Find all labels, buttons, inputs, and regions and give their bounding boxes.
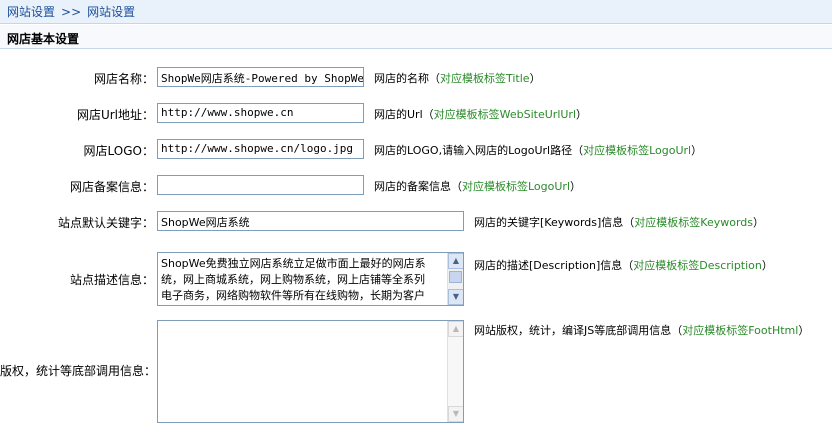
scroll-down-icon[interactable]: ▼ (448, 289, 463, 305)
description-text: ShopWe免费独立网店系统立足做市面上最好的网店系 统，网上商城系统，网上购物… (161, 257, 426, 302)
description-textarea[interactable]: ShopWe免费独立网店系统立足做市面上最好的网店系 统，网上商城系统，网上购物… (157, 252, 464, 306)
breadcrumb-separator: >> (61, 5, 82, 19)
breadcrumb-item-current[interactable]: 网站设置 (87, 5, 135, 19)
footer-hint: 网站版权，统计，编译JS等底部调用信息（对应模板标签FootHtml） (474, 324, 810, 337)
store-logo-label: 网店LOGO： (83, 144, 154, 158)
footer-tag: 对应模板标签FootHtml (682, 324, 799, 337)
footer-label: 版权，统计等底部调用信息： (0, 364, 157, 378)
scroll-down-icon[interactable]: ▼ (448, 406, 463, 422)
store-name-input[interactable]: ShopWe网店系统-Powered by ShopWe (157, 67, 364, 87)
store-logo-tag: 对应模板标签LogoUrl (583, 144, 692, 157)
scroll-up-icon[interactable]: ▲ (448, 253, 463, 269)
keywords-hint: 网店的关键字[Keywords]信息（对应模板标签Keywords） (474, 216, 765, 229)
scroll-thumb[interactable] (449, 271, 462, 283)
description-hint: 网店的描述[Description]信息（对应模板标签Description） (474, 259, 773, 272)
store-name-tag: 对应模板标签Title (440, 72, 530, 85)
footer-textarea[interactable]: ▲ ▼ (157, 320, 464, 423)
breadcrumb: 网站设置 >> 网站设置 (0, 0, 832, 24)
store-name-label: 网店名称： (93, 72, 154, 86)
store-name-hint: 网店的名称（对应模板标签Title） (374, 72, 541, 85)
keywords-input[interactable]: ShopWe网店系统 (157, 211, 464, 231)
description-scrollbar[interactable]: ▲ ▼ (447, 253, 463, 305)
description-tag: 对应模板标签Description (633, 259, 762, 272)
store-url-input[interactable]: http://www.shopwe.cn (157, 103, 364, 123)
footer-scrollbar[interactable]: ▲ ▼ (447, 321, 463, 422)
section-title: 网店基本设置 (0, 25, 832, 49)
store-icp-hint: 网店的备案信息（对应模板标签LogoUrl） (374, 180, 582, 193)
store-logo-input[interactable]: http://www.shopwe.cn/logo.jpg (157, 139, 364, 159)
scroll-up-icon[interactable]: ▲ (448, 321, 463, 337)
keywords-tag: 对应模板标签Keywords (634, 216, 754, 229)
store-url-label: 网店Url地址： (76, 108, 154, 122)
store-icp-label: 网店备案信息： (69, 180, 154, 194)
store-url-hint: 网店的Url（对应模板标签WebSiteUrlUrl） (374, 108, 588, 121)
store-icp-input[interactable] (157, 175, 364, 195)
store-url-tag: 对应模板标签WebSiteUrlUrl (433, 108, 577, 121)
keywords-label: 站点默认关键字： (57, 216, 154, 230)
store-icp-tag: 对应模板标签LogoUrl (462, 180, 571, 193)
store-logo-hint: 网店的LOGO,请输入网店的LogoUrl路径（对应模板标签LogoUrl） (374, 144, 703, 157)
breadcrumb-item-site-settings[interactable]: 网站设置 (7, 5, 55, 19)
description-label: 站点描述信息： (69, 273, 154, 287)
